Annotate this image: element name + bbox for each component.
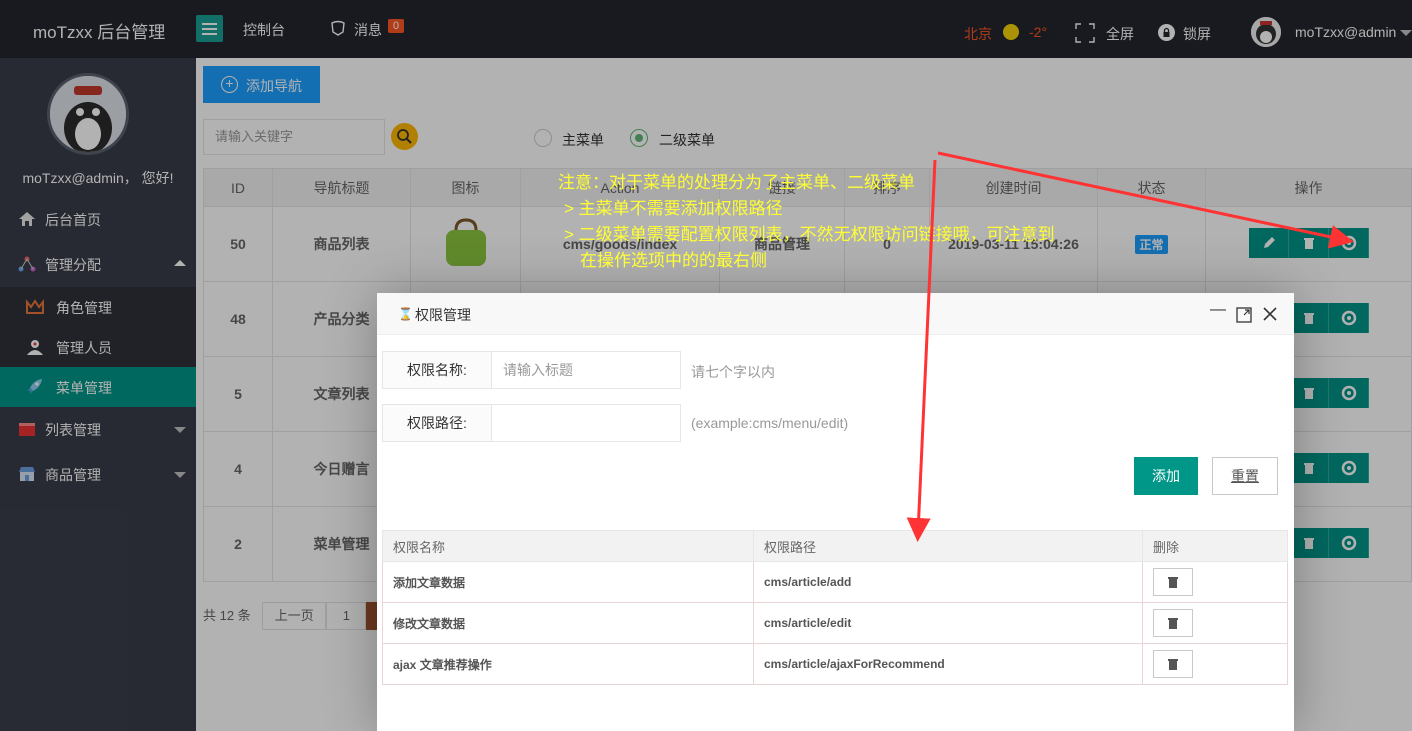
col-header: 权限路径 (753, 530, 1143, 562)
col-header: 权限名称 (382, 530, 754, 562)
cell-permission-path: cms/article/add (753, 561, 1143, 603)
add-permission-button[interactable]: 添加 (1134, 457, 1198, 495)
table-row: 修改文章数据 cms/article/edit (382, 602, 1288, 644)
cell-permission-path: cms/article/edit (753, 602, 1143, 644)
table-header-row: 权限名称 权限路径 删除 (382, 530, 1288, 562)
cell-permission-path: cms/article/ajaxForRecommend (753, 643, 1143, 685)
name-label: 权限名称: (382, 351, 492, 389)
trash-icon (1168, 659, 1178, 670)
delete-permission-button[interactable] (1153, 568, 1193, 596)
cell-permission-name: ajax 文章推荐操作 (382, 643, 754, 685)
minimize-icon[interactable]: — (1210, 301, 1226, 319)
permission-path-input[interactable] (491, 404, 681, 442)
path-tip: (example:cms/menu/edit) (691, 415, 849, 431)
reset-button[interactable]: 重置 (1212, 457, 1278, 495)
name-tip: 请七个字以内 (691, 364, 775, 380)
cell-permission-name: 添加文章数据 (382, 561, 754, 603)
permission-dialog: ⌛ 权限管理 — 权限名称: 请输入标题 请七个字以内 权限路径: (examp… (377, 293, 1294, 731)
annotation-line: > 二级菜单需要配置权限列表，不然无权限访问链接哦，可注意到 (564, 225, 1055, 244)
delete-permission-button[interactable] (1153, 609, 1193, 637)
dialog-title: 权限管理 (415, 307, 471, 323)
delete-permission-button[interactable] (1153, 650, 1193, 678)
permission-name-input[interactable]: 请输入标题 (491, 351, 681, 389)
col-header: 删除 (1142, 530, 1288, 562)
trash-icon (1168, 618, 1178, 629)
dialog-title-bar: ⌛ 权限管理 — (377, 293, 1294, 335)
annotation-line: 注意：对于菜单的处理分为了主菜单、二级菜单 (558, 173, 915, 192)
permission-table: 权限名称 权限路径 删除 添加文章数据 cms/article/add 修改文章… (382, 530, 1288, 685)
annotation-note: 注意：对于菜单的处理分为了主菜单、二级菜单 > 主菜单不需要添加权限路径 > 二… (558, 170, 1055, 274)
cell-permission-name: 修改文章数据 (382, 602, 754, 644)
annotation-line: > 主菜单不需要添加权限路径 (564, 199, 783, 218)
hourglass-icon: ⌛ (398, 307, 413, 321)
trash-icon (1168, 577, 1178, 588)
maximize-icon[interactable] (1236, 307, 1252, 323)
table-row: 添加文章数据 cms/article/add (382, 561, 1288, 603)
close-icon[interactable] (1263, 307, 1277, 321)
table-row: ajax 文章推荐操作 cms/article/ajaxForRecommend (382, 643, 1288, 685)
annotation-line: 在操作选项中的的最右侧 (580, 251, 767, 270)
path-label: 权限路径: (382, 404, 492, 442)
